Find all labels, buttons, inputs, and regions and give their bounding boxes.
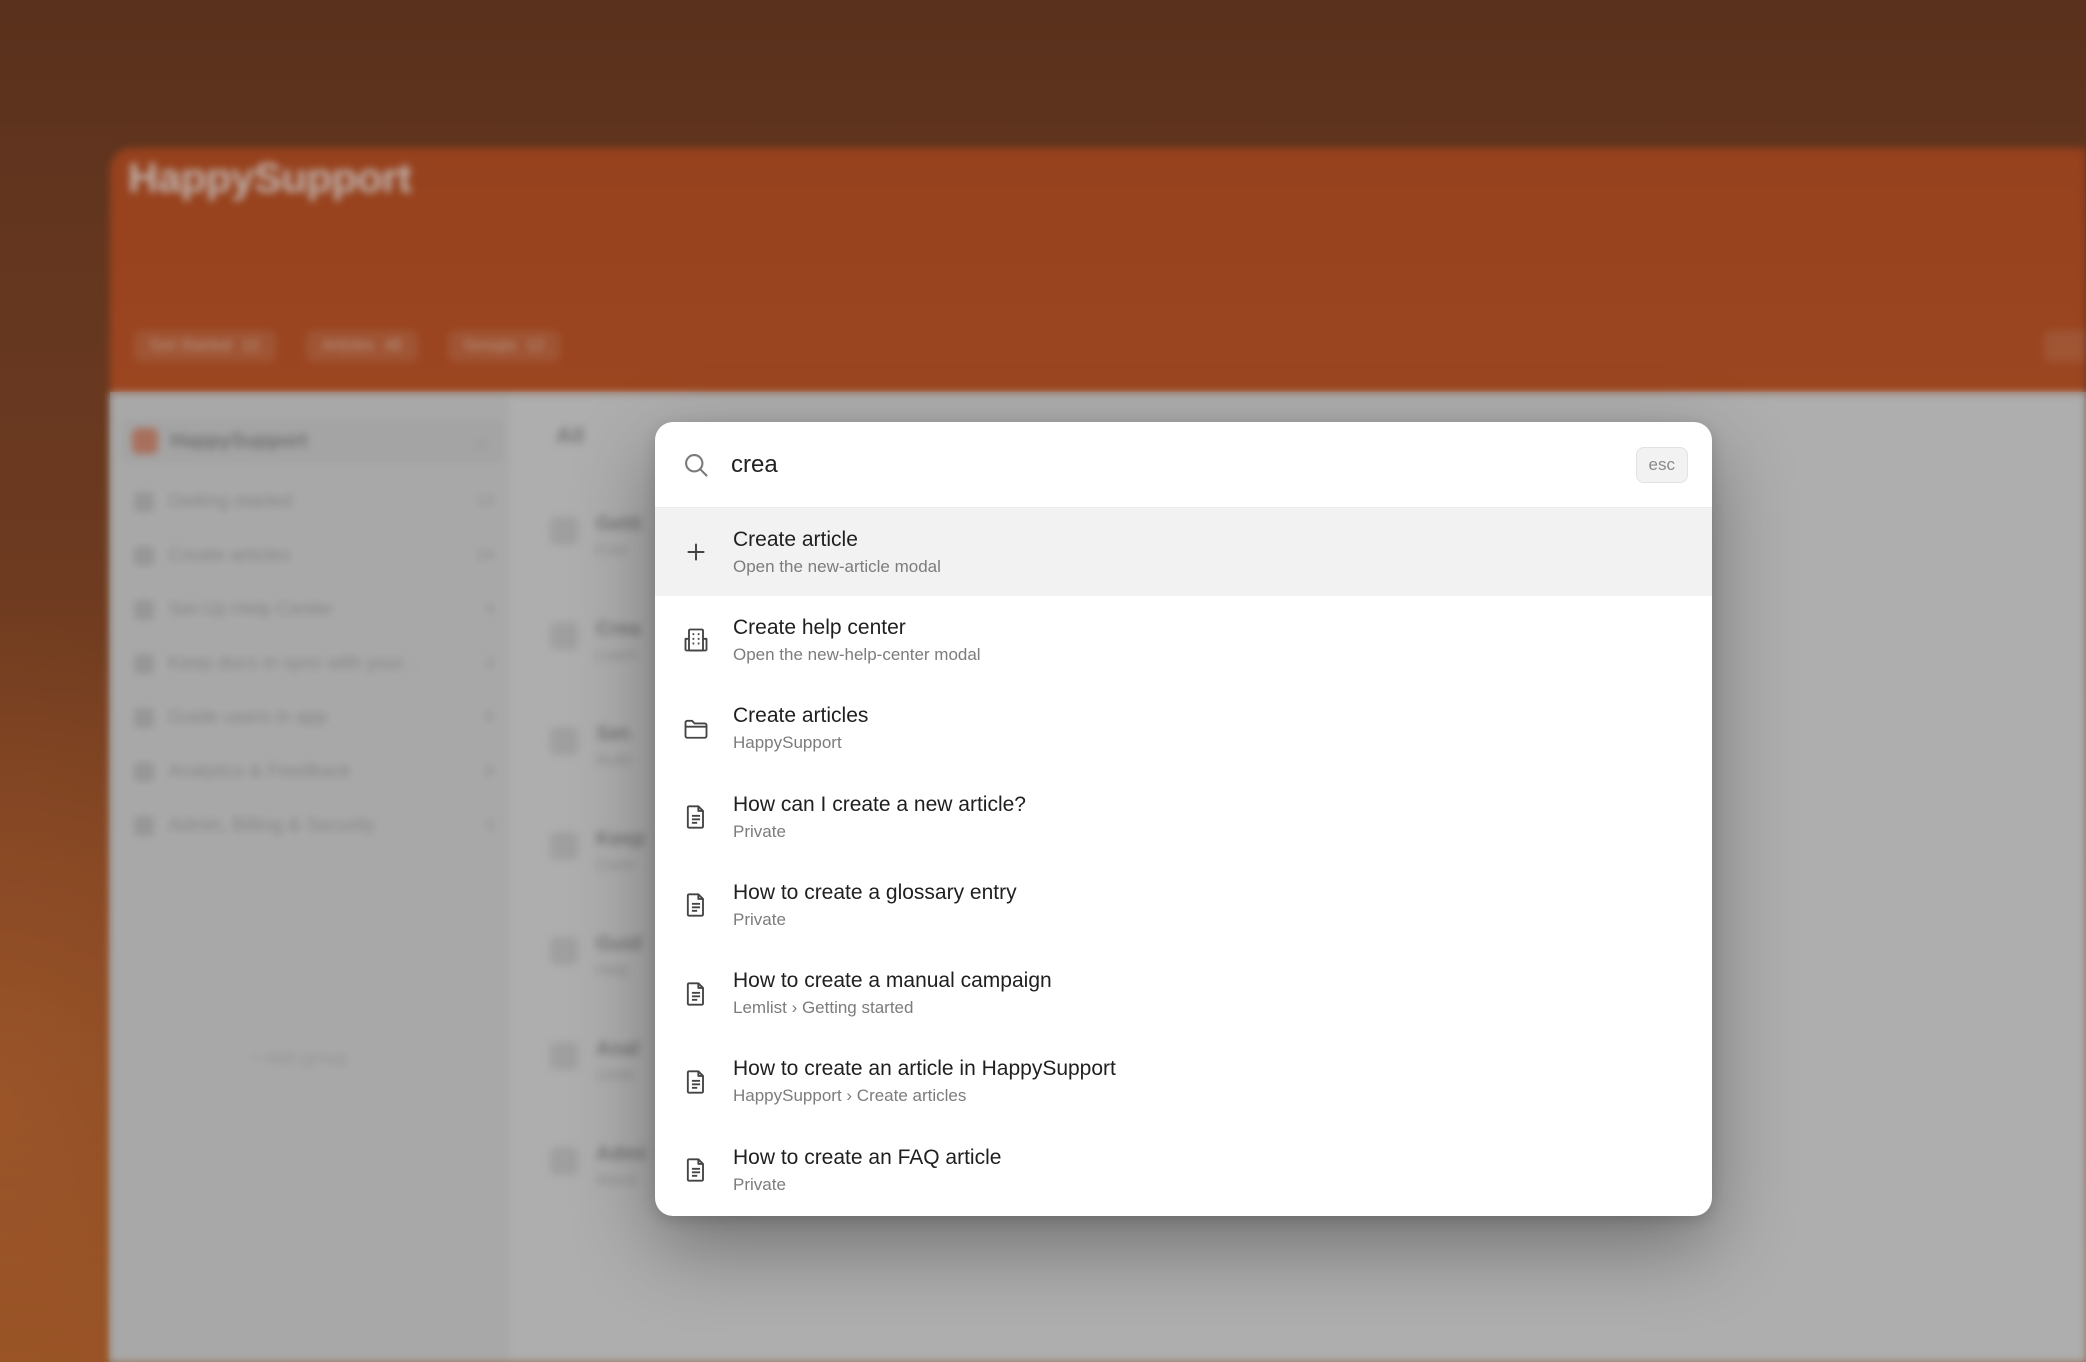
document-icon: [681, 802, 711, 832]
result-text: Create articles HappySupport: [733, 704, 868, 753]
result-article[interactable]: How to create a glossary entry Private: [655, 861, 1712, 949]
esc-button[interactable]: esc: [1635, 446, 1688, 483]
result-text: Create article Open the new-article moda…: [733, 528, 941, 577]
result-subtitle: Lemlist › Getting started: [733, 998, 914, 1018]
result-title: How to create an article in HappySupport: [733, 1057, 1116, 1081]
search-row: esc: [655, 422, 1712, 508]
document-icon: [681, 1067, 711, 1097]
document-icon: [681, 890, 711, 920]
result-article[interactable]: How to create an FAQ article Private: [655, 1126, 1712, 1214]
result-title: How can I create a new article?: [733, 792, 1026, 816]
result-article[interactable]: How to create an article in HappySupport…: [655, 1038, 1712, 1126]
result-title: Create articles: [733, 704, 869, 728]
result-text: How to create a manual campaign Lemlist …: [733, 969, 1052, 1018]
result-title: How to create a manual campaign: [733, 969, 1052, 993]
result-subtitle: Open the new-help-center modal: [733, 644, 981, 664]
result-subtitle: Open the new-article modal: [733, 556, 941, 576]
result-text: Create help center Open the new-help-cen…: [733, 616, 981, 665]
result-subtitle: Private: [733, 909, 786, 929]
folder-icon: [681, 714, 711, 744]
result-text: How to create a glossary entry Private: [733, 881, 1017, 930]
building-icon: [681, 625, 711, 655]
result-subtitle: Private: [733, 1174, 786, 1194]
result-create-article[interactable]: Create article Open the new-article moda…: [655, 508, 1712, 597]
result-title: Create article: [733, 527, 858, 551]
result-create-articles-group[interactable]: Create articles HappySupport: [655, 685, 1712, 773]
result-title: How to create a glossary entry: [733, 880, 1017, 904]
result-article[interactable]: How can I create a new article? Private: [655, 773, 1712, 861]
result-create-help-center[interactable]: Create help center Open the new-help-cen…: [655, 596, 1712, 684]
result-text: How can I create a new article? Private: [733, 793, 1026, 842]
search-icon: [681, 450, 711, 480]
document-icon: [681, 1155, 711, 1185]
document-icon: [681, 979, 711, 1009]
result-title: Create help center: [733, 615, 906, 639]
result-title: How to create an FAQ article: [733, 1145, 1002, 1169]
command-palette: esc Create article Open the new-article …: [655, 422, 1712, 1216]
result-subtitle: HappySupport › Create articles: [733, 1086, 967, 1106]
results-list: Create article Open the new-article moda…: [655, 508, 1712, 1214]
result-text: How to create an article in HappySupport…: [733, 1057, 1116, 1106]
result-article[interactable]: How to create a manual campaign Lemlist …: [655, 949, 1712, 1037]
result-text: How to create an FAQ article Private: [733, 1146, 1001, 1195]
plus-icon: [681, 537, 711, 567]
search-input[interactable]: [731, 450, 1636, 479]
result-subtitle: Private: [733, 821, 786, 841]
result-subtitle: HappySupport: [733, 733, 842, 753]
